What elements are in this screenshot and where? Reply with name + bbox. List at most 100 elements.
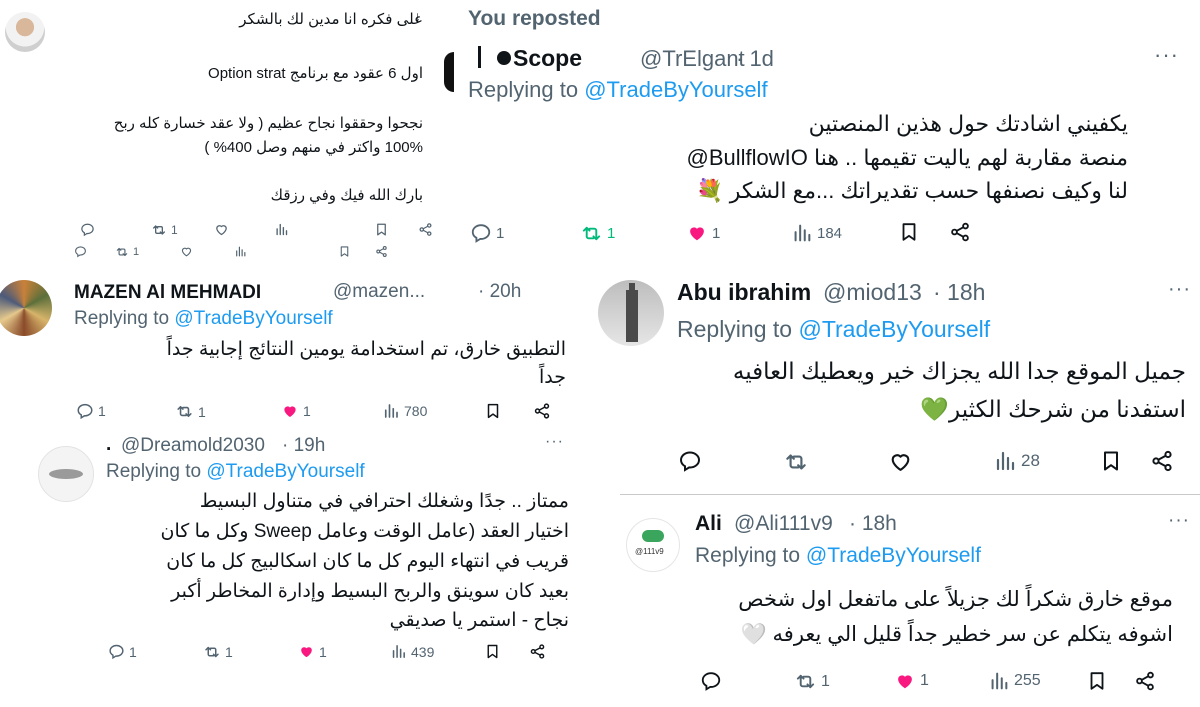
avatar[interactable] [5, 12, 45, 52]
share-icon [533, 402, 551, 420]
author-name[interactable]: Scope [513, 45, 582, 72]
gamepad-icon [642, 530, 664, 542]
tweet-text-line: 100% واكتر في منهم وصل 400% ) [204, 139, 423, 156]
reply-button[interactable] [80, 222, 99, 237]
reply-button[interactable]: 1 [470, 222, 504, 244]
repost-button[interactable]: 1 [580, 222, 615, 245]
views-button[interactable]: 255 [988, 670, 1041, 692]
tweet-text-line: بعيد كان سوينق والربح البسيط وإدارة المخ… [171, 581, 569, 602]
like-icon [180, 245, 193, 258]
reply-icon [470, 222, 492, 244]
repost-button[interactable]: 1 [151, 222, 178, 238]
reply-button[interactable] [74, 245, 87, 258]
avatar[interactable] [38, 446, 94, 502]
tweet-ali: @111v9 Ali @Ali111v9 · 18h ··· Replying … [620, 494, 1200, 707]
more-icon[interactable]: ↓ [414, 8, 421, 24]
tweet-dreamold: . @Dreamold2030 · 19h ··· Replying to @T… [0, 432, 575, 707]
tweet-text-line: جداً [539, 367, 566, 388]
tweet-time[interactable]: · 18h [849, 512, 897, 536]
scroll-edge [444, 52, 454, 92]
repost-button[interactable]: 1 [794, 670, 830, 693]
author-handle[interactable]: @TrElgant [640, 46, 745, 72]
avatar-shape [49, 469, 83, 479]
views-icon [988, 670, 1010, 692]
views-button[interactable]: 439 [390, 643, 434, 660]
bookmark-button[interactable] [338, 245, 351, 258]
reply-button[interactable] [700, 670, 722, 692]
author-name[interactable]: MAZEN Al MEHMADI [74, 282, 261, 304]
replying-handle[interactable]: @TradeByYourself [206, 461, 364, 482]
more-icon[interactable]: ··· [1168, 278, 1191, 301]
share-icon [1150, 449, 1174, 473]
author-name[interactable]: . [106, 434, 111, 456]
avatar[interactable]: @111v9 [626, 518, 680, 572]
tweet-mazen: MAZEN Al MEHMADI @mazen... · 20h Replyin… [0, 268, 572, 432]
author-handle[interactable]: @miod13 [823, 279, 922, 306]
like-button[interactable]: 1 [894, 670, 929, 692]
views-button[interactable] [234, 245, 247, 258]
views-icon [234, 245, 247, 258]
repost-icon [115, 245, 129, 259]
views-button[interactable] [274, 222, 289, 237]
share-button[interactable] [1150, 449, 1174, 473]
share-button[interactable] [1134, 670, 1156, 692]
repost-button[interactable]: 1 [175, 402, 206, 421]
reply-icon [76, 402, 94, 420]
views-button[interactable]: 28 [993, 449, 1040, 473]
replying-handle[interactable]: @TradeByYourself [806, 544, 981, 567]
scope-dot [497, 51, 511, 65]
more-icon[interactable]: ··· [1154, 42, 1179, 68]
replying-handle[interactable]: @TradeByYourself [174, 308, 332, 329]
author-name[interactable]: Ali [695, 512, 722, 536]
author-handle[interactable]: @Ali111v9 [734, 512, 833, 536]
share-icon [949, 221, 971, 243]
like-button[interactable]: 1 [686, 222, 720, 244]
views-button[interactable]: 780 [382, 402, 427, 420]
like-button[interactable] [214, 222, 229, 237]
thread-divider [620, 494, 1200, 495]
replying-handle[interactable]: @TradeByYourself [798, 316, 990, 342]
tweet-time[interactable]: · 1d [736, 46, 774, 72]
bookmark-button[interactable] [374, 222, 389, 237]
tweet-text-line: اختيار العقد (عامل الوقت وعامل Sweep وكل… [160, 521, 570, 542]
bookmark-button[interactable] [898, 221, 920, 243]
avatar[interactable] [598, 280, 664, 346]
bookmark-button[interactable] [1099, 449, 1123, 473]
like-button[interactable]: 1 [298, 643, 327, 660]
repost-button[interactable]: 1 [203, 643, 233, 661]
more-icon[interactable]: ··· [1168, 510, 1190, 532]
bookmark-button[interactable] [484, 643, 501, 660]
share-button[interactable] [375, 245, 388, 258]
like-button[interactable] [888, 449, 913, 474]
views-button[interactable]: 184 [791, 222, 842, 244]
avatar[interactable] [0, 280, 52, 336]
avatar-text: @111v9 [635, 547, 664, 556]
more-icon[interactable]: ··· [545, 433, 564, 451]
bookmark-button[interactable] [1086, 670, 1108, 692]
reply-button[interactable] [678, 449, 702, 473]
tweet-text-line: نجاح - استمر يا صديقي [389, 610, 569, 631]
share-button[interactable] [949, 221, 971, 243]
tweet-text-line: على فكره انا مدين لك بالشكر [239, 11, 423, 28]
share-button[interactable] [418, 222, 433, 237]
bookmark-button[interactable] [484, 402, 502, 420]
reply-button[interactable]: 1 [108, 643, 137, 660]
reply-button[interactable]: 1 [76, 402, 106, 420]
replying-handle[interactable]: @TradeByYourself [584, 77, 767, 102]
tweet-time[interactable]: · 18h [933, 279, 985, 306]
tweet-text-line: اول 6 عقود مع برنامج Option strat [208, 65, 423, 82]
share-icon [418, 222, 433, 237]
share-button[interactable] [533, 402, 551, 420]
like-icon [298, 643, 315, 660]
like-icon [686, 222, 708, 244]
tweet-time[interactable]: · 20h [478, 281, 521, 303]
author-handle[interactable]: @Dreamold2030 [121, 435, 265, 457]
author-name[interactable]: Abu ibrahim [677, 279, 811, 306]
author-handle[interactable]: @mazen... [333, 281, 425, 303]
repost-button[interactable] [783, 449, 809, 475]
tweet-time[interactable]: · 19h [282, 435, 325, 457]
repost-button[interactable]: 1 [115, 245, 139, 259]
share-button[interactable] [529, 643, 546, 660]
like-button[interactable] [180, 245, 193, 258]
like-button[interactable]: 1 [281, 402, 311, 420]
